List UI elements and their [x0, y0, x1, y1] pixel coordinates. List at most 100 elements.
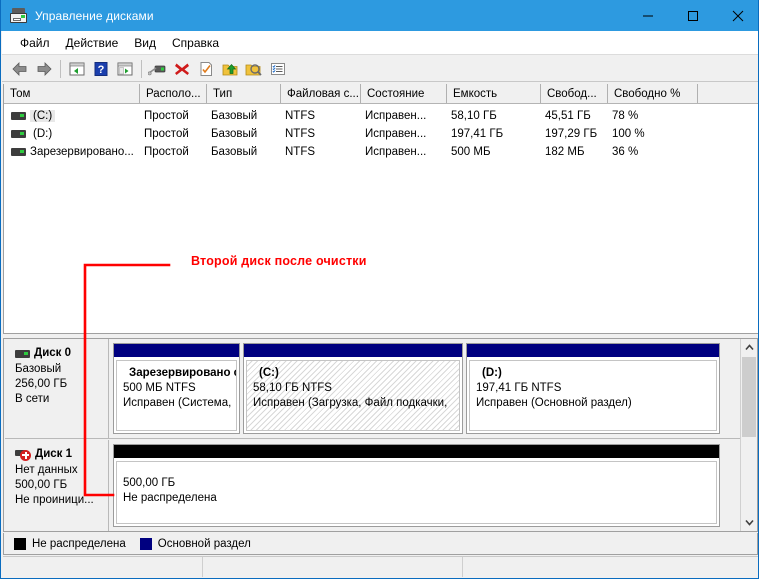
toolbar-separator	[60, 59, 61, 78]
legend-label: Не распределена	[32, 537, 126, 550]
chevron-up-icon[interactable]	[741, 339, 757, 356]
partition-size: 500,00 ГБ	[123, 477, 176, 489]
cell-volume: Зарезервировано...	[30, 146, 134, 158]
cell-capacity: 500 МБ	[451, 146, 491, 158]
menu-item-help[interactable]: Справка	[164, 33, 227, 53]
graphical-view-scrollbar[interactable]	[740, 339, 757, 531]
disk-status: В сети	[15, 393, 50, 405]
window-controls	[625, 0, 758, 31]
partition-title: (D:)	[482, 367, 502, 379]
cell-free: 182 МБ	[545, 146, 585, 158]
column-header-capacity[interactable]: Емкость	[447, 84, 541, 103]
disk-type: Базовый	[15, 363, 62, 375]
status-panel-1	[3, 557, 203, 577]
graphical-view: Диск 0 Базовый 256,00 ГБ В сети Зарезерв…	[3, 338, 758, 532]
partitions-0: Зарезервировано с 500 МБ NTFS Исправен (…	[109, 339, 724, 438]
forward-icon[interactable]	[32, 58, 55, 80]
properties-icon[interactable]	[194, 58, 217, 80]
partitions-1: 500,00 ГБ Не распределена	[109, 440, 724, 531]
disk-info-1: Диск 1 Нет данных 500,00 ГБ Не проиници.…	[5, 440, 109, 531]
legend-item-primary: Основной раздел	[139, 537, 251, 550]
menu-bar: Файл Действие Вид Справка	[2, 31, 758, 55]
disk-title-1: Диск 1	[15, 447, 102, 462]
delete-icon[interactable]	[170, 58, 193, 80]
column-header-filesystem[interactable]: Файловая с...	[281, 84, 361, 103]
cell-capacity: 197,41 ГБ	[451, 128, 504, 140]
column-header-free[interactable]: Свобод...	[541, 84, 608, 103]
volume-list: Том Располо... Тип Файловая с... Состоян…	[3, 84, 758, 334]
partition-title: Зарезервировано с	[129, 367, 237, 379]
menu-item-view[interactable]: Вид	[126, 33, 164, 53]
legend-bar: Не распределена Основной раздел	[3, 533, 758, 555]
disk-title-0: Диск 0	[15, 346, 102, 361]
column-header-layout[interactable]: Располо...	[140, 84, 207, 103]
details-icon[interactable]	[266, 58, 289, 80]
disk-drive-icon	[10, 8, 27, 23]
back-icon[interactable]	[8, 58, 31, 80]
table-row[interactable]: (D:) Простой Базовый NTFS Исправен... 19…	[4, 125, 758, 143]
disk-management-window: Управление дисками Файл Действие Вид Спр…	[0, 0, 759, 579]
column-header-volume[interactable]: Том	[4, 84, 140, 103]
help-icon[interactable]: ?	[89, 58, 112, 80]
partition-size: 197,41 ГБ NTFS	[476, 382, 562, 394]
partition-color-bar	[114, 445, 719, 459]
show-pane-icon[interactable]	[113, 58, 136, 80]
menu-item-action[interactable]: Действие	[58, 33, 127, 53]
cell-layout: Простой	[144, 146, 189, 158]
cell-type: Базовый	[211, 128, 258, 140]
partition-title: (C:)	[259, 367, 279, 379]
table-row[interactable]: (C:) Простой Базовый NTFS Исправен... 58…	[4, 107, 758, 125]
cell-status: Исправен...	[365, 146, 427, 158]
scrollbar-thumb[interactable]	[742, 357, 756, 437]
cell-status: Исправен...	[365, 110, 427, 122]
status-bar	[3, 556, 758, 577]
legend-label: Основной раздел	[157, 537, 251, 550]
connect-drive-icon[interactable]	[146, 58, 169, 80]
search-icon[interactable]	[242, 58, 265, 80]
cell-free-pct: 78 %	[612, 110, 639, 122]
cell-volume: (C:)	[30, 110, 56, 122]
partition-size: 500 МБ NTFS	[123, 382, 196, 394]
partition-color-bar	[114, 344, 239, 358]
table-row[interactable]: Зарезервировано... Простой Базовый NTFS …	[4, 143, 758, 161]
partition-body: Зарезервировано с 500 МБ NTFS Исправен (…	[116, 360, 237, 431]
disk-row-0[interactable]: Диск 0 Базовый 256,00 ГБ В сети Зарезерв…	[5, 339, 741, 439]
cell-type: Базовый	[211, 110, 258, 122]
chevron-down-icon[interactable]	[741, 514, 757, 531]
cell-layout: Простой	[144, 110, 189, 122]
window-title: Управление дисками	[35, 8, 154, 23]
partition-reserved[interactable]: Зарезервировано с 500 МБ NTFS Исправен (…	[113, 343, 240, 434]
close-button[interactable]	[715, 0, 758, 31]
up-folder-icon[interactable]	[65, 58, 88, 80]
export-icon[interactable]	[218, 58, 241, 80]
partition-state: Исправен (Загрузка, Файл подкачки,	[253, 397, 448, 409]
partition-state: Не распределена	[123, 492, 217, 504]
legend-swatch-unallocated	[14, 537, 26, 550]
disk-error-icon	[15, 449, 32, 461]
maximize-button[interactable]	[670, 0, 715, 31]
minimize-button[interactable]	[625, 0, 670, 31]
cell-volume: (D:)	[33, 128, 53, 140]
column-header-extra[interactable]	[698, 84, 758, 103]
disk-row-1[interactable]: Диск 1 Нет данных 500,00 ГБ Не проиници.…	[5, 440, 741, 531]
partition-body: (D:) 197,41 ГБ NTFS Исправен (Основной р…	[469, 360, 717, 431]
partition-c[interactable]: (C:) 58,10 ГБ NTFS Исправен (Загрузка, Ф…	[243, 343, 463, 434]
cell-free-pct: 100 %	[612, 128, 645, 140]
menu-item-file[interactable]: Файл	[12, 33, 58, 53]
partition-unallocated[interactable]: 500,00 ГБ Не распределена	[113, 444, 720, 527]
partition-d[interactable]: (D:) 197,41 ГБ NTFS Исправен (Основной р…	[466, 343, 720, 434]
disk-status: Не проиници...	[15, 494, 94, 506]
partition-size: 58,10 ГБ NTFS	[253, 382, 332, 394]
column-header-status[interactable]: Состояние	[361, 84, 447, 103]
partition-color-bar	[467, 344, 719, 358]
volume-icon	[11, 148, 26, 156]
volume-list-header: Том Располо... Тип Файловая с... Состоян…	[4, 84, 758, 104]
volume-icon	[11, 130, 26, 138]
svg-text:?: ?	[97, 64, 104, 76]
column-header-type[interactable]: Тип	[207, 84, 281, 103]
partition-color-bar	[244, 344, 462, 358]
cell-free: 45,51 ГБ	[545, 110, 591, 122]
disk-label: Диск 0	[34, 347, 72, 359]
disk-type: Нет данных	[15, 464, 78, 476]
column-header-free-pct[interactable]: Свободно %	[608, 84, 698, 103]
